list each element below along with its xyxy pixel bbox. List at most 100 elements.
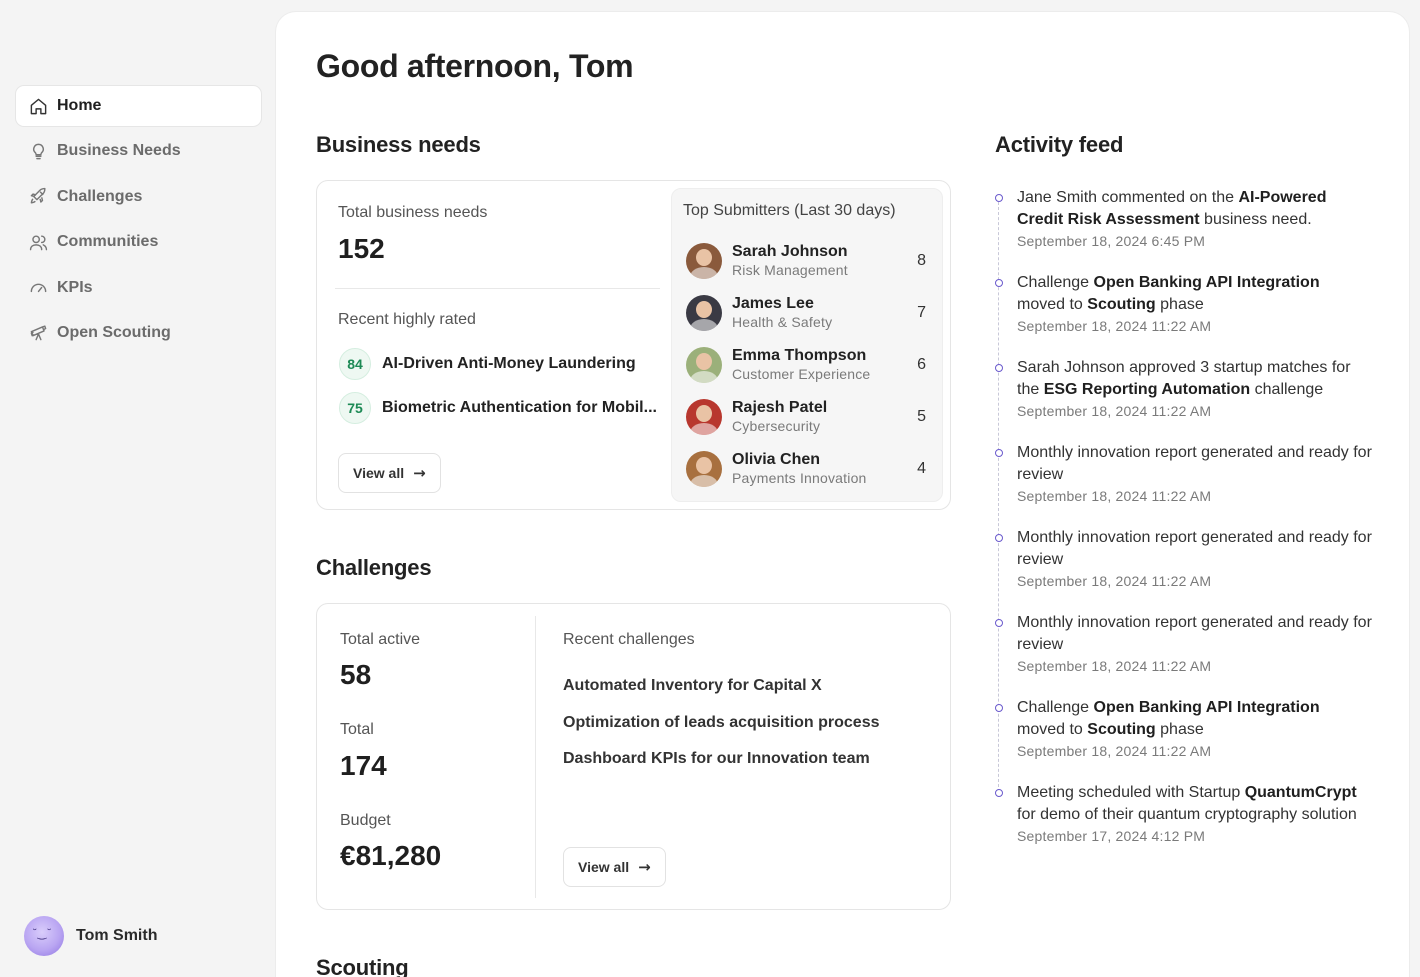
submitter-name: Emma Thompson — [732, 347, 867, 364]
submitter-name: Rajesh Patel — [732, 399, 828, 416]
top-submitters-title: Top Submitters (Last 30 days) — [683, 202, 896, 219]
home-icon — [28, 96, 48, 116]
sidebar-item-label: Open Scouting — [57, 323, 171, 341]
feed-timestamp: September 18, 2024 11:22 AM — [1017, 658, 1212, 674]
feed-highlight: ESG Reporting Automation — [1043, 381, 1251, 398]
scouting-heading: Scouting — [316, 955, 409, 977]
challenges-heading: Challenges — [316, 555, 432, 580]
sidebar-item-kpis[interactable]: KPIs — [16, 268, 261, 308]
arrow-right-icon: → — [413, 464, 426, 482]
feed-timestamp: September 18, 2024 11:22 AM — [1017, 743, 1212, 759]
submitter-name: Sarah Johnson — [732, 243, 848, 260]
avatar — [686, 399, 722, 435]
submitter-department: Health & Safety — [732, 314, 833, 330]
total-active-label: Total active — [340, 631, 421, 648]
top-submitters-panel: Top Submitters (Last 30 days) Sarah John… — [671, 188, 943, 502]
list-item[interactable]: Sarah Johnson Risk Management 8 — [686, 241, 926, 281]
list-item[interactable]: Olivia Chen Payments Innovation 4 — [686, 449, 926, 489]
user-profile[interactable]: ˘‿˘ Tom Smith — [24, 916, 157, 956]
feed-timestamp: September 18, 2024 6:45 PM — [1017, 233, 1206, 249]
divider — [335, 288, 660, 289]
submitter-department: Risk Management — [732, 262, 848, 278]
avatar — [686, 295, 722, 331]
feed-timestamp: September 18, 2024 11:22 AM — [1017, 488, 1212, 504]
rated-item-name: AI-Driven Anti-Money Laundering — [382, 355, 636, 372]
budget-value: €81,280 — [340, 840, 442, 871]
feed-highlight: Open Banking API Integration — [1093, 699, 1320, 716]
business-needs-heading: Business needs — [316, 132, 481, 157]
feed-text: phase — [1155, 721, 1204, 738]
feed-highlight: Scouting — [1087, 721, 1156, 738]
challenges-view-all-button[interactable]: View all → — [563, 847, 666, 887]
list-item[interactable]: Dashboard KPIs for our Innovation team — [563, 750, 870, 768]
timeline-dot-icon — [995, 449, 1003, 457]
total-label: Total — [340, 721, 374, 738]
feed-text: Monthly innovation report generated and … — [1017, 529, 1372, 568]
list-item[interactable]: Emma Thompson Customer Experience 6 — [686, 345, 926, 385]
timeline-dot-icon — [995, 619, 1003, 627]
activity-feed-heading: Activity feed — [995, 132, 1124, 157]
challenges-card: Total active 58 Total 174 Budget €81,280… — [316, 603, 951, 910]
sidebar-item-open-scouting[interactable]: Open Scouting — [16, 313, 261, 353]
sidebar-item-business-needs[interactable]: Business Needs — [16, 131, 261, 171]
timeline-dot-icon — [995, 704, 1003, 712]
feed-text: Jane Smith commented on the — [1017, 189, 1239, 206]
feed-item[interactable]: Monthly innovation report generated and … — [995, 527, 1375, 589]
recent-highly-rated-label: Recent highly rated — [338, 311, 476, 328]
feed-item[interactable]: Monthly innovation report generated and … — [995, 612, 1375, 674]
timeline-dot-icon — [995, 534, 1003, 542]
list-item[interactable]: Rajesh Patel Cybersecurity 5 — [686, 397, 926, 437]
avatar — [686, 347, 722, 383]
feed-timestamp: September 18, 2024 11:22 AM — [1017, 318, 1212, 334]
feed-text: phase — [1155, 296, 1204, 313]
business-needs-card: Total business needs 152 Recent highly r… — [316, 180, 951, 510]
feed-text: Monthly innovation report generated and … — [1017, 444, 1372, 483]
feed-timestamp: September 18, 2024 11:22 AM — [1017, 573, 1212, 589]
feed-text: moved to — [1017, 296, 1088, 313]
users-icon — [28, 232, 48, 252]
timeline-dot-icon — [995, 194, 1003, 202]
list-item[interactable]: James Lee Health & Safety 7 — [686, 293, 926, 333]
submitter-department: Cybersecurity — [732, 418, 821, 434]
divider — [535, 616, 536, 898]
recent-challenges-label: Recent challenges — [563, 631, 695, 648]
rated-item[interactable]: 75 Biometric Authentication for Mobil... — [339, 392, 657, 424]
sidebar-item-label: KPIs — [57, 278, 93, 296]
feed-item[interactable]: Challenge Open Banking API Integration m… — [995, 697, 1375, 759]
submitter-name: James Lee — [732, 295, 814, 312]
sidebar-item-home[interactable]: Home — [16, 86, 261, 126]
feed-highlight: QuantumCrypt — [1244, 784, 1357, 801]
feed-text: business need. — [1199, 211, 1312, 228]
score-badge: 84 — [339, 348, 371, 380]
submitter-department: Payments Innovation — [732, 470, 867, 486]
feed-highlight: Scouting — [1087, 296, 1156, 313]
total-active-value: 58 — [340, 659, 372, 690]
sidebar-item-label: Business Needs — [57, 142, 181, 160]
feed-text: Challenge — [1017, 274, 1094, 291]
feed-item[interactable]: Meeting scheduled with Startup QuantumCr… — [995, 782, 1375, 844]
telescope-icon — [28, 323, 48, 343]
avatar: ˘‿˘ — [24, 916, 64, 956]
feed-item[interactable]: Sarah Johnson approved 3 startup matches… — [995, 357, 1375, 419]
submitter-count: 5 — [917, 408, 926, 425]
total-business-needs-label: Total business needs — [338, 204, 488, 221]
rated-item[interactable]: 84 AI-Driven Anti-Money Laundering — [339, 348, 636, 380]
feed-text: Meeting scheduled with Startup — [1017, 784, 1245, 801]
business-needs-view-all-button[interactable]: View all → — [338, 453, 441, 493]
submitter-count: 4 — [917, 460, 926, 477]
timeline-dot-icon — [995, 279, 1003, 287]
feed-item[interactable]: Challenge Open Banking API Integration m… — [995, 272, 1375, 334]
feed-text: Challenge — [1017, 699, 1094, 716]
avatar — [686, 243, 722, 279]
submitter-count: 6 — [917, 356, 926, 373]
timeline-dot-icon — [995, 364, 1003, 372]
score-badge: 75 — [339, 392, 371, 424]
feed-item[interactable]: Jane Smith commented on the AI-Powered C… — [995, 187, 1375, 249]
sidebar-item-label: Communities — [57, 233, 159, 251]
list-item[interactable]: Automated Inventory for Capital X — [563, 677, 822, 695]
feed-item[interactable]: Monthly innovation report generated and … — [995, 442, 1375, 504]
feed-timestamp: September 17, 2024 4:12 PM — [1017, 828, 1206, 844]
sidebar-item-challenges[interactable]: Challenges — [16, 177, 261, 217]
list-item[interactable]: Optimization of leads acquisition proces… — [563, 714, 880, 732]
sidebar-item-communities[interactable]: Communities — [16, 222, 261, 262]
